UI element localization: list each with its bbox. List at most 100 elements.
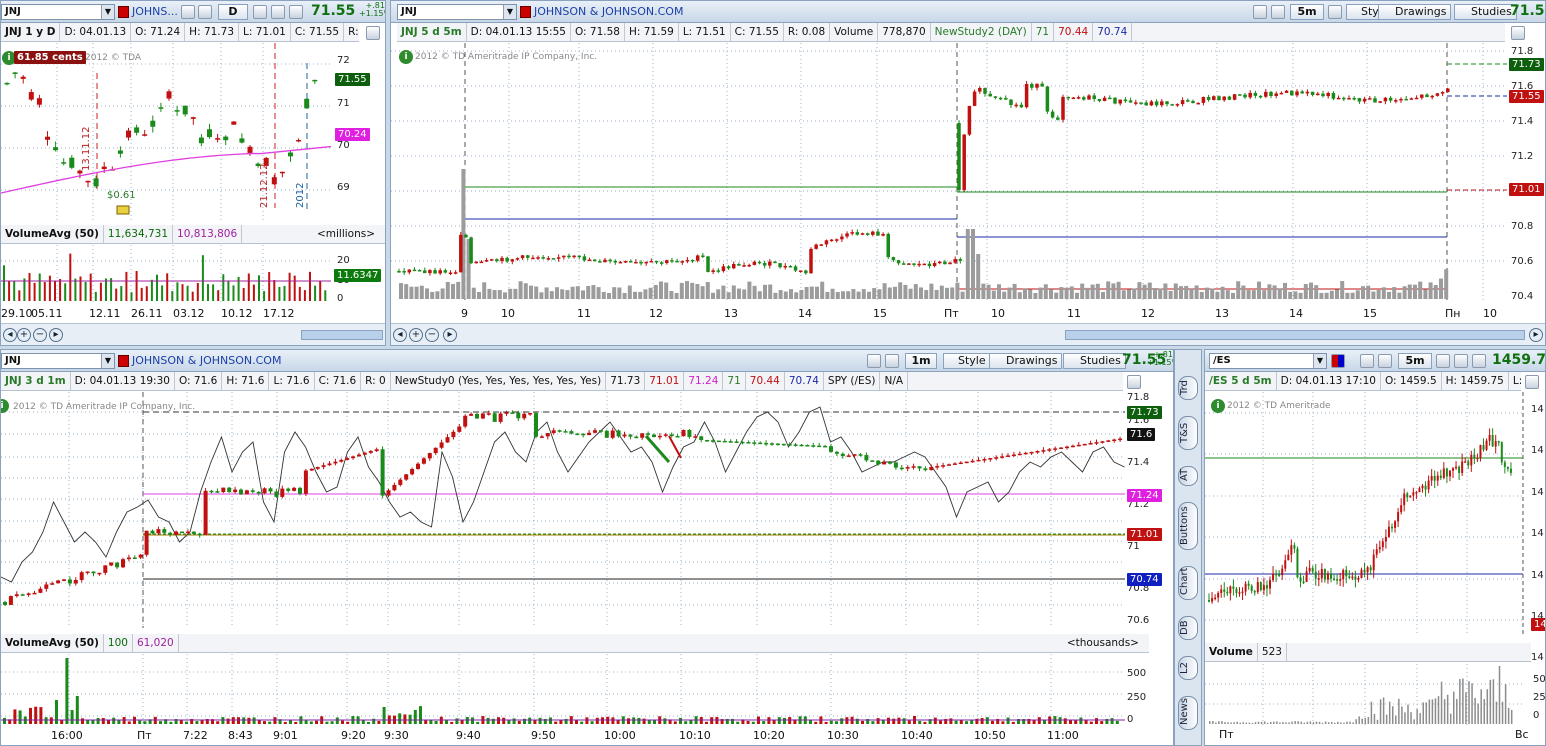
candle (932, 262, 937, 267)
volume-bar (1090, 284, 1095, 299)
info-icon[interactable]: i (399, 50, 413, 64)
side-tab-at[interactable]: AT (1178, 466, 1198, 486)
volume-bar (1224, 722, 1226, 724)
drawings-icon[interactable] (1472, 354, 1486, 368)
candle (876, 460, 881, 465)
candle (917, 263, 921, 266)
scrollbar[interactable] (1065, 330, 1525, 340)
volume-bar (18, 710, 22, 724)
volume-bar (976, 254, 981, 299)
candle (819, 244, 824, 246)
drawings-button[interactable]: Drawings (989, 353, 1063, 369)
info-cell: D: 04.01.13 19:30 (71, 372, 175, 390)
volume-bar (451, 283, 455, 299)
last-price: 71.55 (311, 3, 356, 19)
crosshair-icon[interactable] (867, 354, 881, 368)
volume-bar (1277, 288, 1282, 299)
studies-button[interactable]: Studies (1063, 353, 1126, 369)
candle (976, 459, 981, 462)
scroll-left-icon[interactable]: ◂ (393, 328, 407, 342)
volume-bar (1242, 722, 1245, 724)
x-tick: 03.12 (173, 307, 205, 320)
link-color-icon[interactable] (118, 6, 129, 18)
volume-bar (216, 721, 220, 724)
side-tab-l2[interactable]: L2 (1178, 656, 1198, 680)
side-tab-chart[interactable]: Chart (1178, 566, 1198, 600)
candle (1362, 98, 1367, 102)
speaker-icon[interactable] (1436, 354, 1450, 368)
volume-bar (176, 282, 179, 301)
zoom-reset-icon[interactable]: ▸ (49, 328, 63, 342)
zoom-in-icon[interactable]: + (17, 328, 31, 342)
period-button[interactable]: D (218, 4, 248, 20)
info-icon[interactable]: i (1211, 399, 1225, 413)
candle (1485, 440, 1488, 450)
volume-bar (544, 287, 549, 299)
wrench-icon[interactable] (1378, 354, 1392, 368)
side-tab-ts[interactable]: T&S (1178, 416, 1198, 450)
symbol-input[interactable]: JNJ ▼ (1, 353, 115, 369)
zoom-reset-icon[interactable]: ▸ (443, 328, 457, 342)
style-button[interactable]: Style (943, 353, 991, 369)
volume-bar (1080, 283, 1085, 299)
volume-bar (278, 286, 281, 301)
side-tab-news[interactable]: News (1178, 696, 1198, 730)
period-button[interactable]: 5m (1290, 4, 1324, 20)
chevron-down-icon[interactable]: ▼ (1313, 354, 1326, 368)
symbol-input[interactable]: JNJ ▼ (397, 4, 517, 20)
candle (168, 532, 173, 535)
candle (1326, 93, 1330, 97)
zoom-in-icon[interactable]: + (409, 328, 423, 342)
crosshair-icon[interactable] (1360, 354, 1374, 368)
symbol-input[interactable]: /ES ▼ (1209, 353, 1327, 369)
scroll-left-icon[interactable]: ◂ (3, 328, 17, 342)
candle (1445, 468, 1448, 477)
candle (1491, 435, 1494, 447)
candle (397, 271, 401, 273)
chart-settings-icon[interactable] (1525, 375, 1539, 389)
pencil-icon[interactable] (1454, 354, 1468, 368)
zoom-out-icon[interactable]: − (33, 328, 47, 342)
candle (1342, 569, 1345, 580)
candle (1035, 451, 1040, 453)
scrollbar[interactable] (301, 330, 383, 340)
side-tab-db[interactable]: DB (1178, 616, 1198, 640)
chart-settings-icon[interactable] (366, 26, 380, 40)
speaker-icon[interactable] (253, 5, 267, 19)
link-color-icon[interactable] (118, 355, 129, 367)
chevron-down-icon[interactable]: ▼ (101, 5, 114, 19)
wrench-icon[interactable] (198, 5, 212, 19)
chevron-down-icon[interactable]: ▼ (503, 5, 516, 19)
link-color-icon[interactable] (520, 6, 531, 18)
volume-bar (939, 285, 944, 299)
copyright: 2012 © TDA (85, 53, 142, 63)
candle (711, 270, 715, 272)
side-tab-trd[interactable]: Trd (1178, 376, 1198, 400)
chevron-down-icon[interactable]: ▼ (101, 354, 114, 368)
drawings-icon[interactable] (289, 5, 303, 19)
period-button[interactable]: 5m (1398, 353, 1432, 369)
link-color-icon[interactable] (1331, 354, 1345, 368)
drawings-button[interactable]: Drawings (1378, 4, 1452, 20)
side-tab-buttons[interactable]: Buttons (1178, 502, 1198, 550)
pencil-icon[interactable] (271, 5, 285, 19)
wrench-icon[interactable] (885, 354, 899, 368)
y-tick: 69 (337, 182, 350, 193)
wrench-icon[interactable] (1271, 5, 1285, 19)
volume-bar (1495, 701, 1498, 724)
chart-settings-icon[interactable] (1127, 375, 1141, 389)
crosshair-icon[interactable] (1253, 5, 1267, 19)
candle (563, 431, 568, 433)
volume-tag: 11.6347 (334, 269, 382, 282)
speaker-icon[interactable] (1328, 5, 1342, 19)
crosshair-icon[interactable] (181, 5, 195, 19)
volume-bar (502, 717, 506, 724)
candle (209, 490, 214, 493)
zoom-out-icon[interactable]: − (425, 328, 439, 342)
period-button[interactable]: 1m (905, 353, 937, 369)
studies-button[interactable]: Studies (1454, 4, 1517, 20)
scroll-right-icon[interactable]: ▸ (1529, 328, 1543, 342)
symbol-input[interactable]: JNJ ▼ (1, 4, 115, 20)
chart-settings-icon[interactable] (1511, 26, 1525, 40)
candle (1476, 457, 1479, 460)
